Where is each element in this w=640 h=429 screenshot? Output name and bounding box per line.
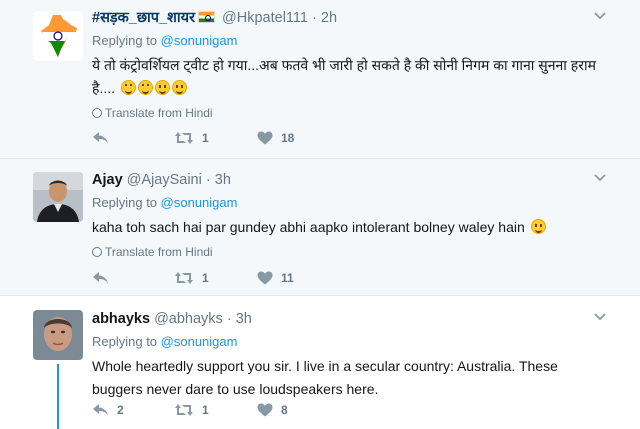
translate-link[interactable]: Translate from Hindi: [92, 106, 610, 120]
globe-icon: [92, 247, 102, 257]
replying-to-label: Replying to: [92, 334, 158, 349]
heart-icon: [257, 131, 273, 145]
tears-of-joy-emoji-icon: [120, 80, 136, 95]
smile-emoji-icon: [530, 219, 546, 234]
reply-mention-link[interactable]: @sonunigam: [161, 195, 238, 210]
like-button[interactable]: 11: [257, 268, 294, 288]
tweet-header: abhayks @abhayks · 3h: [92, 309, 610, 329]
separator-dot: ·: [312, 10, 317, 26]
avatar[interactable]: [33, 310, 83, 360]
tweet-header: #सड़क_छाप_शायर @Hkpatel111 · 2h: [92, 8, 610, 28]
reply-mention-link[interactable]: @sonunigam: [161, 33, 238, 48]
tears-of-joy-emoji-icon: [137, 80, 153, 95]
retweet-icon: [175, 404, 193, 416]
like-count: 18: [281, 131, 295, 145]
avatar[interactable]: [33, 11, 83, 61]
reply-button[interactable]: [92, 268, 117, 288]
tweet-header: Ajay @AjaySaini · 3h: [92, 170, 610, 190]
india-flag-icon: [198, 11, 215, 23]
retweet-icon: [175, 132, 193, 144]
display-name[interactable]: #सड़क_छाप_शायर: [92, 10, 195, 26]
heart-icon: [257, 271, 273, 285]
smile-emoji-icon: [171, 80, 187, 95]
translate-label: Translate from Hindi: [105, 106, 213, 120]
display-name[interactable]: Ajay: [92, 172, 123, 188]
tweet-text-content: kaha toh sach hai par gundey abhi aapko …: [92, 219, 525, 235]
replying-to: Replying to @sonunigam: [92, 195, 610, 210]
timestamp[interactable]: 2h: [321, 10, 337, 26]
translate-label: Translate from Hindi: [105, 245, 213, 259]
like-count: 8: [281, 403, 288, 417]
retweet-button[interactable]: 1: [174, 268, 209, 288]
retweet-count: 1: [202, 403, 209, 417]
globe-icon: [92, 108, 102, 118]
translate-link[interactable]: Translate from Hindi: [92, 245, 610, 259]
retweet-count: 1: [202, 131, 209, 145]
reply-button[interactable]: [92, 128, 117, 148]
retweet-button[interactable]: 1: [174, 400, 209, 420]
tweet-text: kaha toh sach hai par gundey abhi aapko …: [92, 216, 610, 239]
chevron-down-icon[interactable]: [594, 171, 606, 183]
display-name[interactable]: abhayks: [92, 311, 150, 327]
replying-to: Replying to @sonunigam: [92, 33, 610, 48]
like-button[interactable]: 18: [257, 128, 294, 148]
like-button[interactable]: 8: [257, 400, 288, 420]
heart-icon: [257, 403, 273, 417]
chevron-down-icon[interactable]: [594, 9, 606, 21]
retweet-count: 1: [202, 271, 209, 285]
smile-emoji-icon: [154, 80, 170, 95]
username[interactable]: @AjaySaini: [127, 172, 202, 188]
reply-mention-link[interactable]: @sonunigam: [161, 334, 238, 349]
replying-to: Replying to @sonunigam: [92, 334, 610, 349]
timestamp[interactable]: 3h: [236, 311, 252, 327]
retweet-icon: [175, 272, 193, 284]
profile-photo-image: [33, 172, 83, 222]
reply-icon: [93, 132, 108, 144]
retweet-button[interactable]: 1: [174, 128, 209, 148]
separator-dot: ·: [205, 172, 211, 188]
avatar[interactable]: [33, 172, 83, 222]
separator-dot: ·: [226, 311, 232, 327]
thread-connector-line: [57, 364, 59, 429]
profile-photo-image: [33, 310, 83, 360]
india-map-avatar-image: [33, 11, 83, 61]
username[interactable]: @abhayks: [154, 311, 223, 327]
replying-to-label: Replying to: [92, 195, 158, 210]
tweet-text: ये तो कंट्रोवर्शियल ट्वीट हो गया...अब फत…: [92, 54, 610, 100]
replying-to-label: Replying to: [92, 33, 158, 48]
tweet-text: Whole heartedly support you sir. I live …: [92, 358, 558, 397]
timestamp[interactable]: 3h: [215, 172, 231, 188]
reply-button[interactable]: 2: [92, 400, 124, 420]
reply-icon: [93, 272, 108, 284]
reply-icon: [93, 404, 108, 416]
username[interactable]: @Hkpatel111: [222, 10, 308, 26]
chevron-down-icon[interactable]: [594, 310, 606, 322]
reply-count: 2: [117, 403, 124, 417]
like-count: 11: [281, 271, 294, 285]
